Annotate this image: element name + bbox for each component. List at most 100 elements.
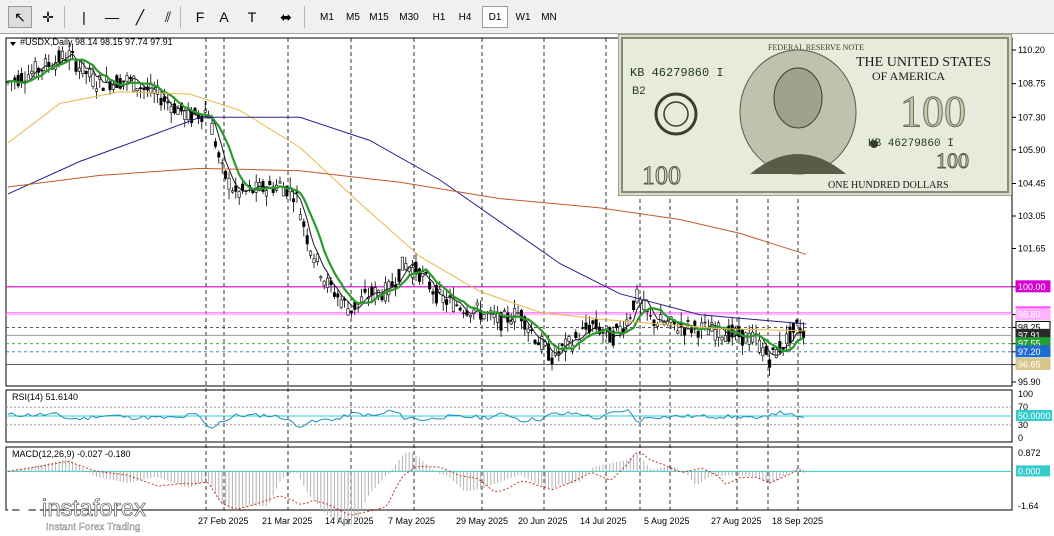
candle-body xyxy=(468,314,472,318)
candle-body xyxy=(400,256,404,271)
candle-body xyxy=(404,263,408,271)
macd-axis-label: 0.872 xyxy=(1018,448,1041,458)
candle-body xyxy=(57,50,61,63)
candle-body xyxy=(309,250,313,256)
date-axis-label: 27 Feb 2025 xyxy=(198,516,249,526)
fibonacci-icon[interactable]: F xyxy=(188,6,212,28)
candle-body xyxy=(346,308,350,316)
timeframe-m1[interactable]: M1 xyxy=(314,6,340,28)
candle-body xyxy=(550,357,554,364)
candle-body xyxy=(217,152,221,158)
crosshair-icon[interactable]: ✛ xyxy=(36,6,60,28)
candle-body xyxy=(224,170,228,179)
shapes-icon[interactable]: ⬌ xyxy=(274,6,298,28)
candle-body xyxy=(47,61,51,67)
rsi-axis-label: 0 xyxy=(1018,433,1023,443)
candle-body xyxy=(220,162,224,165)
price-axis-label: 110.20 xyxy=(1018,45,1045,55)
toolbar-separator xyxy=(180,6,181,28)
chart-window[interactable]: 110.20 108.75 107.30 105.90 104.45 103.05 101.… xyxy=(0,33,1054,536)
candle-body xyxy=(159,97,163,106)
candle-body xyxy=(71,50,75,53)
vertical-line-icon[interactable]: | xyxy=(72,6,96,28)
candle-body xyxy=(526,328,530,333)
candle-body xyxy=(560,343,564,347)
instaforex-watermark: instaforex Instant Forex Trading xyxy=(4,488,184,534)
banknote-block: B2 xyxy=(632,85,645,97)
price-tag-label: 98.80 xyxy=(1018,310,1041,320)
candle-body xyxy=(227,177,231,190)
timeframe-m15[interactable]: M15 xyxy=(366,6,392,28)
banknote-denomination-left: 100 xyxy=(642,161,681,190)
candle-body xyxy=(169,106,173,113)
candle-body xyxy=(768,359,772,368)
candle-body xyxy=(584,322,588,330)
text-label-icon[interactable]: T xyxy=(240,6,264,28)
channel-icon[interactable]: ⫽ xyxy=(156,6,180,28)
candle-body xyxy=(336,293,340,298)
candle-body xyxy=(411,267,415,278)
candle-body xyxy=(278,181,282,184)
date-axis-label: 18 Sep 2025 xyxy=(772,516,823,526)
horizontal-line-icon[interactable]: — xyxy=(100,6,124,28)
candle-body xyxy=(462,312,466,314)
timeframe-m5[interactable]: M5 xyxy=(340,6,366,28)
candle-body xyxy=(785,333,789,345)
candle-body xyxy=(628,317,632,319)
cursor-arrow-icon[interactable]: ↖ xyxy=(8,6,32,28)
candle-body xyxy=(268,180,272,186)
text-icon[interactable]: A xyxy=(212,6,236,28)
chart-header: #USDX,Daily 98.14 98.15 97.74 97.91 xyxy=(20,37,173,47)
rsi-tag-label: 50.0000 xyxy=(1018,411,1051,421)
price-axis-label: 95.90 xyxy=(1018,377,1041,387)
candle-body xyxy=(397,269,401,282)
candle-body xyxy=(676,330,680,334)
timeframe-mn[interactable]: MN xyxy=(536,6,562,28)
price-axis-label: 105.90 xyxy=(1018,145,1046,155)
candle-body xyxy=(445,299,449,305)
timeframe-h4[interactable]: H4 xyxy=(452,6,478,28)
candle-body xyxy=(424,271,428,274)
candle-body xyxy=(594,318,598,329)
candle-body xyxy=(774,349,778,359)
rsi-axis-label: 100 xyxy=(1018,389,1033,399)
date-axis-label: 27 Aug 2025 xyxy=(711,516,762,526)
candle-body xyxy=(428,281,432,290)
candle-body xyxy=(91,73,95,87)
candle-body xyxy=(591,320,595,325)
candle-body xyxy=(94,88,98,92)
candle-body xyxy=(213,141,217,147)
timeframe-m30[interactable]: M30 xyxy=(396,6,422,28)
candle-body xyxy=(326,277,330,288)
candle-body xyxy=(655,323,659,327)
timeframe-d1[interactable]: D1 xyxy=(482,6,508,28)
candle-body xyxy=(230,190,234,193)
candle-body xyxy=(319,276,323,279)
banknote-country-line2: OF AMERICA xyxy=(872,69,945,83)
date-axis-label: 21 Mar 2025 xyxy=(262,516,313,526)
candle-body xyxy=(166,101,170,104)
candle-body xyxy=(363,288,367,293)
candle-body xyxy=(40,70,44,72)
candle-body xyxy=(740,329,744,346)
price-axis-label: 104.45 xyxy=(1018,178,1046,188)
candle-body xyxy=(625,319,629,326)
timeframe-h1[interactable]: H1 xyxy=(426,6,452,28)
candle-body xyxy=(666,320,670,325)
trendline-icon[interactable]: ╱ xyxy=(128,6,152,28)
banknote-serial-top: KB 46279860 I xyxy=(630,66,724,80)
timeframe-w1[interactable]: W1 xyxy=(510,6,536,28)
candle-body xyxy=(574,331,578,339)
date-axis-label: 14 Apr 2025 xyxy=(325,516,374,526)
candle-body xyxy=(203,110,207,113)
macd-tag-label: 0.000 xyxy=(1018,466,1041,476)
candle-body xyxy=(618,326,622,333)
watermark-brand: instaforex xyxy=(42,495,146,522)
banknote-top-text: FEDERAL RESERVE NOTE xyxy=(768,43,864,52)
candle-body xyxy=(101,87,105,91)
candle-body xyxy=(516,312,520,315)
rsi-label: RSI(14) 51.6140 xyxy=(12,392,78,402)
candle-body xyxy=(264,190,268,197)
candle-body xyxy=(84,70,88,75)
date-axis-label: 29 May 2025 xyxy=(456,516,508,526)
